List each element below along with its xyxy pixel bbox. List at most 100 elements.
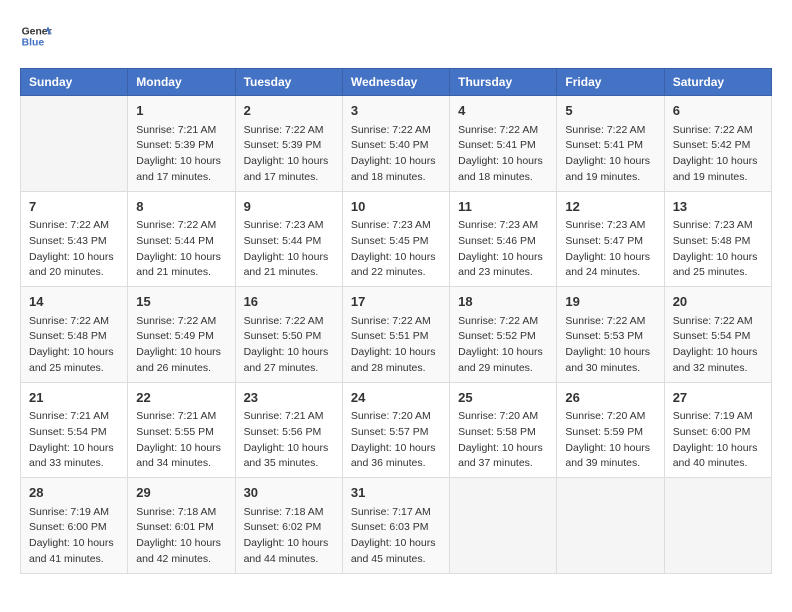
day-number: 2 [244,101,334,121]
day-number: 4 [458,101,548,121]
day-number: 19 [565,292,655,312]
cell-content: Sunrise: 7:21 AM Sunset: 5:39 PM Dayligh… [136,123,226,186]
calendar-cell: 22Sunrise: 7:21 AM Sunset: 5:55 PM Dayli… [128,382,235,478]
day-number: 5 [565,101,655,121]
cell-content: Sunrise: 7:22 AM Sunset: 5:50 PM Dayligh… [244,314,334,377]
week-row-5: 28Sunrise: 7:19 AM Sunset: 6:00 PM Dayli… [21,478,772,574]
calendar-cell: 2Sunrise: 7:22 AM Sunset: 5:39 PM Daylig… [235,96,342,192]
day-number: 20 [673,292,763,312]
day-number: 23 [244,388,334,408]
day-number: 29 [136,483,226,503]
cell-content: Sunrise: 7:22 AM Sunset: 5:52 PM Dayligh… [458,314,548,377]
calendar-cell: 29Sunrise: 7:18 AM Sunset: 6:01 PM Dayli… [128,478,235,574]
calendar-cell: 1Sunrise: 7:21 AM Sunset: 5:39 PM Daylig… [128,96,235,192]
cell-content: Sunrise: 7:20 AM Sunset: 5:58 PM Dayligh… [458,409,548,472]
day-number: 11 [458,197,548,217]
calendar-cell: 27Sunrise: 7:19 AM Sunset: 6:00 PM Dayli… [664,382,771,478]
cell-content: Sunrise: 7:19 AM Sunset: 6:00 PM Dayligh… [673,409,763,472]
calendar-cell: 16Sunrise: 7:22 AM Sunset: 5:50 PM Dayli… [235,287,342,383]
day-number: 21 [29,388,119,408]
cell-content: Sunrise: 7:22 AM Sunset: 5:42 PM Dayligh… [673,123,763,186]
calendar-cell: 30Sunrise: 7:18 AM Sunset: 6:02 PM Dayli… [235,478,342,574]
cell-content: Sunrise: 7:22 AM Sunset: 5:43 PM Dayligh… [29,218,119,281]
day-number: 24 [351,388,441,408]
calendar-cell: 12Sunrise: 7:23 AM Sunset: 5:47 PM Dayli… [557,191,664,287]
calendar-cell: 20Sunrise: 7:22 AM Sunset: 5:54 PM Dayli… [664,287,771,383]
calendar-cell [450,478,557,574]
week-row-4: 21Sunrise: 7:21 AM Sunset: 5:54 PM Dayli… [21,382,772,478]
column-header-tuesday: Tuesday [235,69,342,96]
day-number: 17 [351,292,441,312]
day-number: 18 [458,292,548,312]
calendar-cell: 14Sunrise: 7:22 AM Sunset: 5:48 PM Dayli… [21,287,128,383]
calendar-cell [21,96,128,192]
day-number: 3 [351,101,441,121]
day-number: 15 [136,292,226,312]
day-number: 27 [673,388,763,408]
column-header-thursday: Thursday [450,69,557,96]
calendar-cell: 3Sunrise: 7:22 AM Sunset: 5:40 PM Daylig… [342,96,449,192]
day-number: 8 [136,197,226,217]
week-row-2: 7Sunrise: 7:22 AM Sunset: 5:43 PM Daylig… [21,191,772,287]
logo-icon: General Blue [20,20,52,52]
calendar-cell: 21Sunrise: 7:21 AM Sunset: 5:54 PM Dayli… [21,382,128,478]
cell-content: Sunrise: 7:19 AM Sunset: 6:00 PM Dayligh… [29,505,119,568]
cell-content: Sunrise: 7:22 AM Sunset: 5:54 PM Dayligh… [673,314,763,377]
cell-content: Sunrise: 7:23 AM Sunset: 5:44 PM Dayligh… [244,218,334,281]
calendar-cell: 19Sunrise: 7:22 AM Sunset: 5:53 PM Dayli… [557,287,664,383]
week-row-1: 1Sunrise: 7:21 AM Sunset: 5:39 PM Daylig… [21,96,772,192]
day-number: 10 [351,197,441,217]
calendar-cell: 23Sunrise: 7:21 AM Sunset: 5:56 PM Dayli… [235,382,342,478]
calendar-cell: 25Sunrise: 7:20 AM Sunset: 5:58 PM Dayli… [450,382,557,478]
calendar-cell [664,478,771,574]
cell-content: Sunrise: 7:22 AM Sunset: 5:49 PM Dayligh… [136,314,226,377]
cell-content: Sunrise: 7:22 AM Sunset: 5:39 PM Dayligh… [244,123,334,186]
svg-text:Blue: Blue [22,38,45,49]
calendar-cell: 9Sunrise: 7:23 AM Sunset: 5:44 PM Daylig… [235,191,342,287]
cell-content: Sunrise: 7:23 AM Sunset: 5:48 PM Dayligh… [673,218,763,281]
cell-content: Sunrise: 7:22 AM Sunset: 5:48 PM Dayligh… [29,314,119,377]
day-number: 31 [351,483,441,503]
calendar-cell: 26Sunrise: 7:20 AM Sunset: 5:59 PM Dayli… [557,382,664,478]
day-number: 1 [136,101,226,121]
cell-content: Sunrise: 7:20 AM Sunset: 5:57 PM Dayligh… [351,409,441,472]
calendar-cell: 15Sunrise: 7:22 AM Sunset: 5:49 PM Dayli… [128,287,235,383]
day-number: 7 [29,197,119,217]
calendar-cell: 24Sunrise: 7:20 AM Sunset: 5:57 PM Dayli… [342,382,449,478]
calendar-cell: 13Sunrise: 7:23 AM Sunset: 5:48 PM Dayli… [664,191,771,287]
calendar-table: SundayMondayTuesdayWednesdayThursdayFrid… [20,68,772,574]
day-number: 28 [29,483,119,503]
calendar-cell: 17Sunrise: 7:22 AM Sunset: 5:51 PM Dayli… [342,287,449,383]
calendar-cell: 5Sunrise: 7:22 AM Sunset: 5:41 PM Daylig… [557,96,664,192]
cell-content: Sunrise: 7:18 AM Sunset: 6:02 PM Dayligh… [244,505,334,568]
calendar-cell [557,478,664,574]
cell-content: Sunrise: 7:21 AM Sunset: 5:54 PM Dayligh… [29,409,119,472]
column-header-friday: Friday [557,69,664,96]
cell-content: Sunrise: 7:22 AM Sunset: 5:40 PM Dayligh… [351,123,441,186]
cell-content: Sunrise: 7:21 AM Sunset: 5:56 PM Dayligh… [244,409,334,472]
calendar-cell: 8Sunrise: 7:22 AM Sunset: 5:44 PM Daylig… [128,191,235,287]
day-number: 25 [458,388,548,408]
calendar-cell: 31Sunrise: 7:17 AM Sunset: 6:03 PM Dayli… [342,478,449,574]
calendar-cell: 4Sunrise: 7:22 AM Sunset: 5:41 PM Daylig… [450,96,557,192]
logo: General Blue [20,20,52,52]
cell-content: Sunrise: 7:22 AM Sunset: 5:53 PM Dayligh… [565,314,655,377]
day-number: 12 [565,197,655,217]
cell-content: Sunrise: 7:22 AM Sunset: 5:44 PM Dayligh… [136,218,226,281]
column-header-wednesday: Wednesday [342,69,449,96]
day-number: 16 [244,292,334,312]
calendar-cell: 7Sunrise: 7:22 AM Sunset: 5:43 PM Daylig… [21,191,128,287]
cell-content: Sunrise: 7:21 AM Sunset: 5:55 PM Dayligh… [136,409,226,472]
page-header: General Blue [20,20,772,52]
calendar-cell: 11Sunrise: 7:23 AM Sunset: 5:46 PM Dayli… [450,191,557,287]
cell-content: Sunrise: 7:23 AM Sunset: 5:46 PM Dayligh… [458,218,548,281]
column-header-monday: Monday [128,69,235,96]
calendar-cell: 10Sunrise: 7:23 AM Sunset: 5:45 PM Dayli… [342,191,449,287]
cell-content: Sunrise: 7:18 AM Sunset: 6:01 PM Dayligh… [136,505,226,568]
cell-content: Sunrise: 7:22 AM Sunset: 5:41 PM Dayligh… [458,123,548,186]
day-number: 14 [29,292,119,312]
cell-content: Sunrise: 7:22 AM Sunset: 5:51 PM Dayligh… [351,314,441,377]
week-row-3: 14Sunrise: 7:22 AM Sunset: 5:48 PM Dayli… [21,287,772,383]
calendar-cell: 18Sunrise: 7:22 AM Sunset: 5:52 PM Dayli… [450,287,557,383]
header-row: SundayMondayTuesdayWednesdayThursdayFrid… [21,69,772,96]
